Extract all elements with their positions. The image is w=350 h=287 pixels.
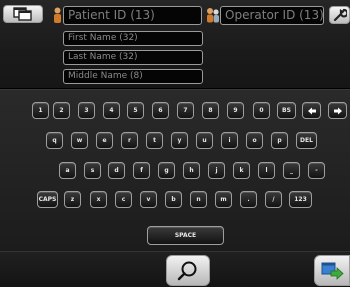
key[interactable]: y (171, 132, 188, 149)
next-screen-icon (321, 262, 344, 280)
next-button[interactable] (314, 255, 350, 286)
operator-icon (207, 8, 219, 23)
search-icon (177, 261, 197, 280)
backspace-key[interactable]: BS (277, 102, 296, 119)
key[interactable]: p (271, 132, 288, 149)
key[interactable]: 0 (253, 102, 270, 119)
key[interactable]: i (221, 132, 238, 149)
key[interactable]: _ (283, 162, 300, 179)
arrow-left-key[interactable] (302, 102, 321, 119)
key[interactable]: n (190, 191, 207, 208)
key[interactable]: b (165, 191, 182, 208)
key[interactable]: w (71, 132, 88, 149)
key[interactable]: - (308, 162, 325, 179)
key[interactable]: f (133, 162, 150, 179)
key[interactable]: q (46, 132, 63, 149)
middle-name-field[interactable]: Middle Name (8) (63, 69, 203, 84)
delete-key[interactable]: DEL (296, 132, 317, 149)
settings-button[interactable] (329, 6, 350, 24)
key[interactable]: 8 (202, 102, 219, 119)
key[interactable]: t (146, 132, 163, 149)
windows-icon (13, 7, 32, 21)
key[interactable]: 5 (127, 102, 144, 119)
key[interactable]: x (90, 191, 107, 208)
key[interactable]: 4 (103, 102, 120, 119)
key[interactable]: / (265, 191, 282, 208)
key[interactable]: c (115, 191, 132, 208)
key[interactable]: k (233, 162, 250, 179)
key[interactable]: s (84, 162, 101, 179)
bottom-bar (0, 251, 350, 287)
key[interactable]: 3 (78, 102, 95, 119)
key[interactable]: l (258, 162, 275, 179)
key[interactable]: . (240, 191, 257, 208)
key[interactable]: r (121, 132, 138, 149)
key[interactable]: m (215, 191, 232, 208)
arrow-right-key[interactable] (328, 102, 347, 119)
key[interactable]: j (208, 162, 225, 179)
search-button[interactable] (166, 255, 210, 286)
key[interactable]: 1 (32, 102, 49, 119)
arrow-right-icon (333, 107, 342, 114)
key[interactable]: g (158, 162, 175, 179)
key[interactable]: 9 (227, 102, 244, 119)
windows-button[interactable] (3, 5, 43, 23)
key[interactable]: z (64, 191, 81, 208)
key[interactable]: a (59, 162, 76, 179)
key[interactable]: 7 (177, 102, 194, 119)
key[interactable]: 6 (152, 102, 169, 119)
on-screen-keyboard: 1 2 3 4 5 6 7 8 9 0 BS q w e r t y u i o… (0, 89, 350, 251)
key[interactable]: h (183, 162, 200, 179)
space-key[interactable]: SPACE (147, 226, 224, 245)
key[interactable]: o (246, 132, 263, 149)
demographics-panel: Patient ID (13) Operator ID (13) First N… (0, 0, 350, 88)
numeric-mode-key[interactable]: 123 (289, 191, 312, 208)
key[interactable]: v (140, 191, 157, 208)
first-name-field[interactable]: First Name (32) (63, 31, 203, 46)
operator-id-field[interactable]: Operator ID (13) (220, 6, 324, 25)
last-name-field[interactable]: Last Name (32) (63, 50, 203, 65)
key[interactable]: u (196, 132, 213, 149)
wrench-icon (333, 8, 347, 22)
key[interactable]: d (108, 162, 125, 179)
arrow-left-icon (307, 107, 316, 114)
patient-id-field[interactable]: Patient ID (13) (63, 6, 202, 25)
caps-key[interactable]: CAPS (37, 191, 58, 208)
patient-icon (54, 7, 61, 23)
key[interactable]: 2 (53, 102, 70, 119)
key[interactable]: e (96, 132, 113, 149)
